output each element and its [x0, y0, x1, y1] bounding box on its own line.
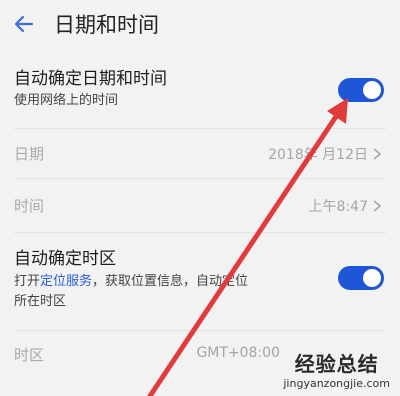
location-service-link[interactable]: 定位服务: [40, 274, 92, 289]
divider: [14, 330, 386, 331]
chevron-right-icon: [373, 148, 382, 160]
date-row[interactable]: 日期 2018年 月12日: [0, 130, 400, 176]
auto-timezone-subtitle: 打开定位服务，获取位置信息，自动定位 所在时区: [14, 272, 324, 312]
time-row[interactable]: 时间 上午8:47: [0, 182, 400, 228]
time-value-group: 上午8:47: [309, 196, 382, 216]
watermark-main: 经验总结: [294, 352, 379, 376]
subtitle-line2: 所在时区: [14, 294, 67, 309]
page-title: 日期和时间: [54, 13, 159, 37]
toggle-knob: [363, 81, 381, 99]
date-value-group: 2018年 月12日: [268, 144, 382, 164]
timezone-value: GMT+08:00: [196, 345, 280, 361]
auto-datetime-title: 自动确定日期和时间: [14, 69, 167, 89]
auto-timezone-row[interactable]: 自动确定时区 打开定位服务，获取位置信息，自动定位 所在时区: [0, 236, 400, 326]
timezone-label: 时区: [14, 346, 45, 364]
toggle-knob: [363, 269, 381, 287]
chevron-right-icon: [373, 200, 382, 212]
arrow-left-icon: [14, 15, 34, 33]
time-label: 时间: [14, 197, 45, 215]
subtitle-line1-rest: ，获取位置信息，自动定位: [92, 274, 249, 289]
divider: [14, 128, 386, 129]
auto-timezone-toggle[interactable]: [338, 266, 384, 290]
auto-datetime-subtitle: 使用网络上的时间: [14, 93, 119, 108]
timezone-value-group: GMT+08:00: [196, 345, 280, 361]
date-value: 2018年 月12日: [268, 147, 368, 163]
date-label: 日期: [14, 145, 45, 163]
divider: [14, 232, 386, 233]
auto-datetime-row[interactable]: 自动确定日期和时间 使用网络上的时间: [0, 54, 400, 126]
subtitle-prefix: 打开: [14, 274, 41, 289]
auto-timezone-title: 自动确定时区: [14, 249, 116, 269]
back-button[interactable]: [4, 4, 44, 44]
divider: [14, 178, 386, 179]
watermark: 经验总结 jingyanzongjie.com: [283, 348, 390, 390]
watermark-sub: jingyanzongjie.com: [283, 377, 390, 390]
app-header: 日期和时间: [0, 0, 400, 48]
time-value: 上午8:47: [308, 199, 368, 215]
auto-datetime-toggle[interactable]: [338, 78, 384, 102]
